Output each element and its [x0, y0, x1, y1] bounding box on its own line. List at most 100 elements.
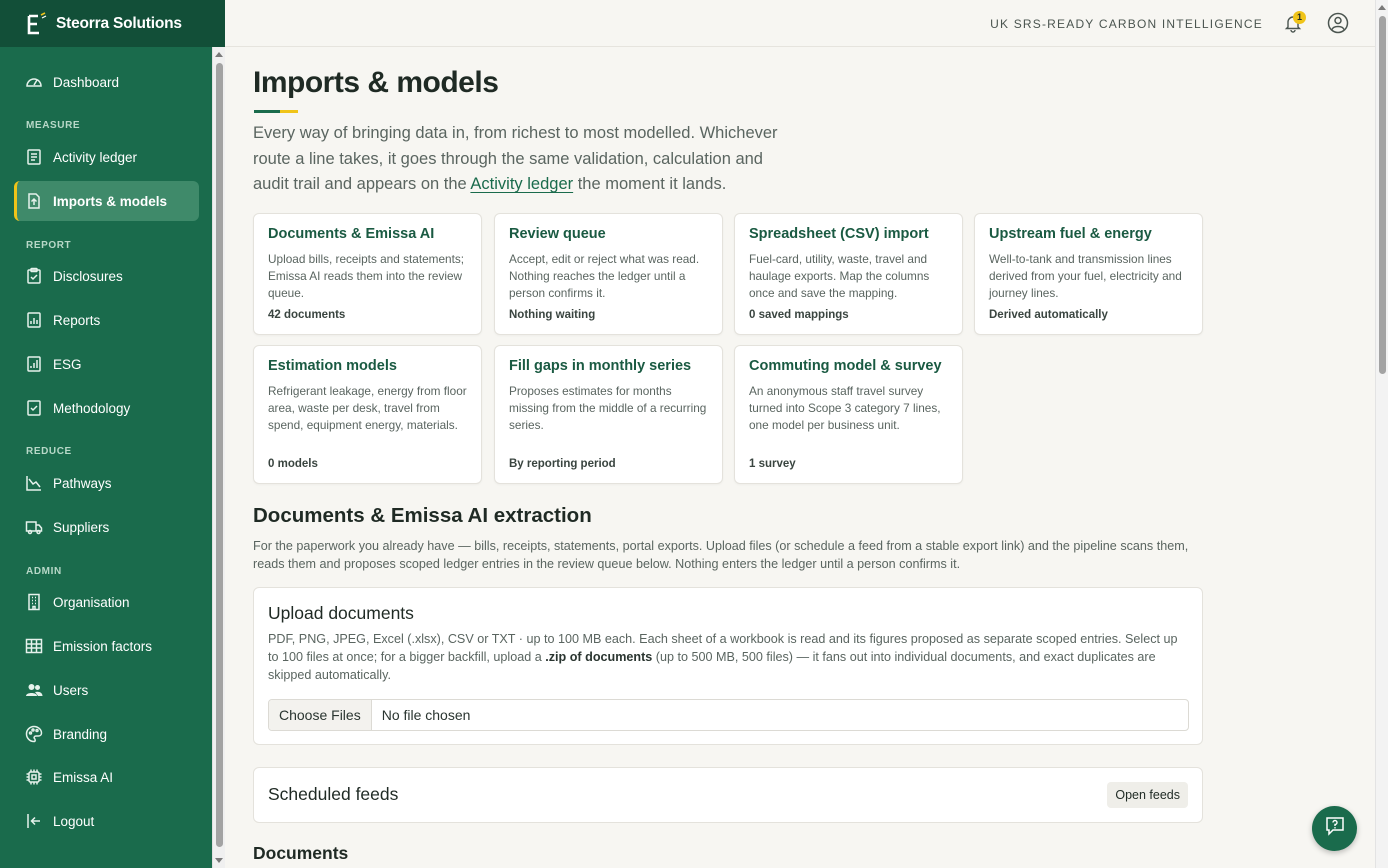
sidebar-item-methodology[interactable]: Methodology: [14, 388, 199, 428]
card-meta: 42 documents: [268, 309, 346, 321]
sidebar-item-activity-ledger[interactable]: Activity ledger: [14, 137, 199, 177]
card-meta: Derived automatically: [989, 309, 1108, 321]
card-title[interactable]: Estimation models: [268, 358, 467, 374]
upload-desc-zip: .zip of documents: [545, 650, 653, 664]
card-title[interactable]: Spreadsheet (CSV) import: [749, 226, 948, 242]
bar-chart-icon: [25, 311, 43, 329]
palette-icon: [25, 725, 43, 743]
logout-icon: [25, 812, 43, 830]
table-icon: [25, 637, 43, 655]
building-chart-icon: [25, 355, 43, 373]
card-estimation-models[interactable]: Estimation models Refrigerant leakage, e…: [253, 345, 482, 484]
sidebar-item-branding[interactable]: Branding: [14, 714, 199, 754]
feeds-title: Scheduled feeds: [268, 784, 399, 804]
card-commuting-model[interactable]: Commuting model & survey An anonymous st…: [734, 345, 963, 484]
clipboard-icon: [25, 267, 43, 285]
card-description: Refrigerant leakage, energy from floor a…: [268, 384, 467, 432]
sidebar-item-label: Imports & models: [53, 193, 168, 209]
sidebar: Steorra Solutions Dashboard MEASURE Acti…: [0, 0, 225, 868]
sidebar-item-label: Branding: [53, 726, 108, 742]
section-label-admin: ADMIN: [26, 566, 62, 577]
sidebar-header: Steorra Solutions: [0, 0, 225, 47]
card-upstream-fuel[interactable]: Upstream fuel & energy Well-to-tank and …: [974, 213, 1203, 335]
page-title: Imports & models: [253, 66, 499, 99]
card-csv-import[interactable]: Spreadsheet (CSV) import Fuel-card, util…: [734, 213, 963, 335]
scroll-up-arrow-icon[interactable]: [1378, 5, 1386, 10]
card-title[interactable]: Documents & Emissa AI: [268, 226, 467, 242]
office-icon: [25, 593, 43, 611]
section-label-reduce: REDUCE: [26, 446, 72, 457]
sidebar-item-imports-models[interactable]: Imports & models: [14, 181, 199, 221]
sidebar-scrollbar[interactable]: [212, 47, 225, 868]
scroll-down-arrow-icon[interactable]: [215, 858, 223, 863]
open-feeds-button[interactable]: Open feeds: [1107, 782, 1188, 808]
sidebar-item-logout[interactable]: Logout: [14, 801, 199, 841]
ledger-icon: [25, 148, 43, 166]
file-status: No file chosen: [381, 707, 471, 723]
sidebar-item-label: Reports: [53, 312, 101, 328]
activity-ledger-link[interactable]: Activity ledger: [470, 175, 573, 193]
logo-icon: [26, 11, 48, 36]
choose-files-button[interactable]: Choose Files: [269, 700, 372, 730]
card-meta: 0 saved mappings: [749, 309, 849, 321]
sidebar-item-dashboard[interactable]: Dashboard: [14, 62, 199, 102]
sidebar-item-suppliers[interactable]: Suppliers: [14, 507, 199, 547]
sidebar-item-disclosures[interactable]: Disclosures: [14, 256, 199, 296]
title-underline: [254, 110, 298, 113]
card-meta: 0 models: [268, 458, 318, 470]
sidebar-item-users[interactable]: Users: [14, 670, 199, 710]
section-description: For the paperwork you already have — bil…: [253, 539, 1189, 571]
sidebar-item-label: Emissa AI: [53, 769, 114, 785]
sidebar-item-pathways[interactable]: Pathways: [14, 463, 199, 503]
sidebar-item-label: Disclosures: [53, 268, 123, 284]
upload-title: Upload documents: [268, 603, 414, 623]
card-title[interactable]: Upstream fuel & energy: [989, 226, 1188, 242]
card-description: Fuel-card, utility, waste, travel and ha…: [749, 252, 930, 300]
sidebar-item-emissa-ai[interactable]: Emissa AI: [14, 757, 199, 797]
upload-description: PDF, PNG, JPEG, Excel (.xlsx), CSV or TX…: [268, 630, 1190, 684]
card-title[interactable]: Fill gaps in monthly series: [509, 358, 708, 374]
card-title[interactable]: Review queue: [509, 226, 708, 242]
topbar: UK SRS-READY CARBON INTELLIGENCE 1: [225, 0, 1375, 47]
sidebar-item-label: Emission factors: [53, 638, 153, 654]
card-meta: By reporting period: [509, 458, 616, 470]
documents-heading: Documents: [253, 843, 349, 863]
truck-icon: [25, 518, 43, 536]
file-input[interactable]: Choose Files No file chosen: [268, 699, 1189, 731]
checklist-icon: [25, 399, 43, 417]
help-chat-icon: [1324, 815, 1346, 842]
page-scrollbar[interactable]: [1375, 0, 1388, 868]
help-button[interactable]: [1312, 806, 1357, 851]
sidebar-item-label: Suppliers: [53, 519, 110, 535]
users-icon: [25, 681, 43, 699]
section-label-measure: MEASURE: [26, 120, 81, 131]
sidebar-item-label: ESG: [53, 356, 82, 372]
sidebar-item-label: Pathways: [53, 475, 112, 491]
sidebar-item-reports[interactable]: Reports: [14, 300, 199, 340]
sidebar-item-organisation[interactable]: Organisation: [14, 582, 199, 622]
card-description: Proposes estimates for months missing fr…: [509, 384, 707, 432]
card-documents-ai[interactable]: Documents & Emissa AI Upload bills, rece…: [253, 213, 482, 335]
chip-icon: [25, 768, 43, 786]
gauge-icon: [25, 73, 43, 91]
sidebar-item-emission-factors[interactable]: Emission factors: [14, 626, 199, 666]
notification-badge: 1: [1293, 11, 1306, 24]
section-label-report: REPORT: [26, 240, 72, 251]
scrollbar-thumb[interactable]: [1379, 16, 1386, 374]
sidebar-item-esg[interactable]: ESG: [14, 344, 199, 384]
card-title[interactable]: Commuting model & survey: [749, 358, 948, 374]
sidebar-item-label: Methodology: [53, 400, 131, 416]
card-review-queue[interactable]: Review queue Accept, edit or reject what…: [494, 213, 723, 335]
section-title-extraction: Documents & Emissa AI extraction: [253, 504, 592, 527]
scrollbar-thumb[interactable]: [216, 63, 223, 847]
card-description: An anonymous staff travel survey turned …: [749, 384, 941, 432]
scroll-up-arrow-icon[interactable]: [215, 52, 223, 57]
topbar-tagline: UK SRS-READY CARBON INTELLIGENCE: [990, 17, 1263, 31]
brand-name[interactable]: Steorra Solutions: [56, 15, 182, 33]
trend-down-icon: [25, 474, 43, 492]
card-meta: 1 survey: [749, 458, 796, 470]
card-fill-gaps[interactable]: Fill gaps in monthly series Proposes est…: [494, 345, 723, 484]
card-description: Accept, edit or reject what was read. No…: [509, 252, 700, 300]
sidebar-item-label: Organisation: [53, 594, 130, 610]
user-avatar-icon[interactable]: [1327, 12, 1349, 34]
